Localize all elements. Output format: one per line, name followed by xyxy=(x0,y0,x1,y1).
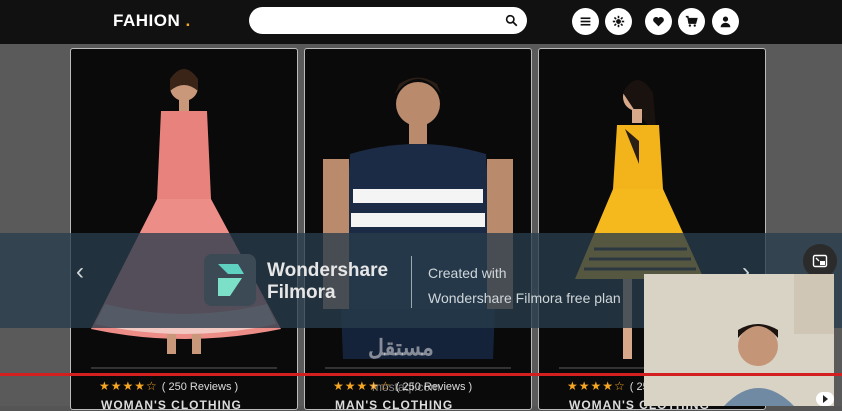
webcam-image xyxy=(644,274,834,406)
rating-stars: ★★★★☆ xyxy=(567,379,626,393)
card-divider xyxy=(325,367,511,369)
product-title[interactable]: MAN'S CLOTHING xyxy=(335,398,453,409)
watermark-separator xyxy=(411,256,412,308)
cart-button[interactable] xyxy=(678,8,705,35)
play-toggle[interactable] xyxy=(816,392,834,406)
user-icon xyxy=(720,16,731,28)
review-count: ( 250 Reviews ) xyxy=(161,381,239,393)
heart-icon xyxy=(653,16,664,27)
settings-button[interactable] xyxy=(605,8,632,35)
menu-icon xyxy=(580,17,591,26)
cart-icon xyxy=(685,15,698,27)
filmora-brand: Wondershare Filmora xyxy=(267,260,388,304)
card-divider xyxy=(91,367,277,369)
site-watermark-url: mostaql.com xyxy=(372,380,441,394)
rating-stars: ★★★★☆ xyxy=(99,379,158,393)
filmora-brand-line2: Filmora xyxy=(267,282,336,303)
video-progress-bar[interactable] xyxy=(0,373,842,376)
pip-icon xyxy=(812,254,828,268)
filmora-note-line1: Created with xyxy=(428,265,507,281)
wishlist-button[interactable] xyxy=(645,8,672,35)
play-icon xyxy=(823,395,828,403)
filmora-logo xyxy=(204,254,256,306)
carousel-prev-button[interactable]: ‹ xyxy=(76,258,84,286)
top-navbar: FAHION . xyxy=(0,0,842,44)
product-title[interactable]: WOMAN'S CLOTHING xyxy=(101,398,242,409)
filmora-brand-line1: Wondershare xyxy=(267,260,389,281)
webcam-overlay xyxy=(644,274,834,406)
search-bar[interactable] xyxy=(249,7,527,34)
site-watermark: مستقل xyxy=(368,335,434,360)
product-rating: ★★★★☆( 250 Reviews ) xyxy=(99,379,238,393)
brand-logo[interactable]: FAHION . xyxy=(113,11,191,31)
chevron-left-icon: ‹ xyxy=(76,258,84,285)
filmora-logo-icon xyxy=(218,264,244,296)
picture-in-picture-button[interactable] xyxy=(803,244,837,278)
brand-dot: . xyxy=(185,11,191,30)
account-button[interactable] xyxy=(712,8,739,35)
brand-text: FAHION xyxy=(113,11,181,30)
filmora-note: Created with Wondershare Filmora free pl… xyxy=(428,261,621,311)
settings-icon xyxy=(612,15,625,28)
menu-button[interactable] xyxy=(572,8,599,35)
product-card[interactable]: ★★★★☆( 250 Reviews ) WOMAN'S CLOTHING xyxy=(70,48,298,410)
search-icon[interactable] xyxy=(505,14,518,27)
filmora-note-line2: Wondershare Filmora free plan xyxy=(428,290,621,306)
